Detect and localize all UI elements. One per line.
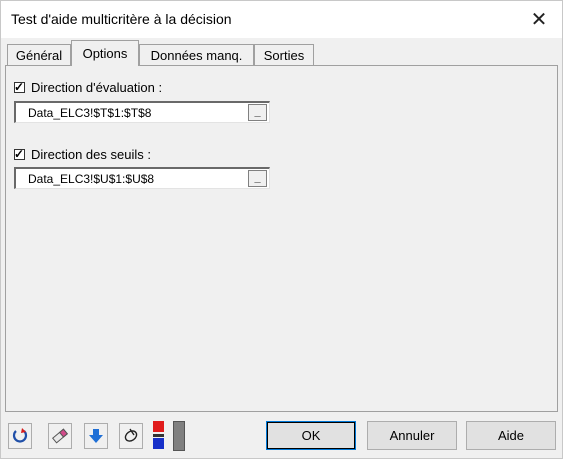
down-arrow-icon bbox=[89, 429, 103, 443]
tag-icon bbox=[124, 428, 138, 442]
threshold-direction-value: Data_ELC3!$U$1:$U$8 bbox=[28, 172, 155, 186]
eval-direction-value: Data_ELC3!$T$1:$T$8 bbox=[28, 106, 152, 120]
collapse-icon: _ bbox=[254, 106, 261, 118]
tab-missing-data[interactable]: Données manq. bbox=[139, 44, 254, 65]
threshold-direction-label: Direction des seuils : bbox=[31, 147, 151, 162]
tab-outputs[interactable]: Sorties bbox=[254, 44, 314, 65]
move-down-button[interactable] bbox=[84, 423, 108, 449]
close-button[interactable]: ✕ bbox=[516, 1, 562, 38]
swatch-divider bbox=[153, 434, 164, 437]
blue-swatch bbox=[153, 438, 164, 449]
tab-label: Options bbox=[82, 46, 128, 61]
color-flags-icon[interactable] bbox=[153, 421, 167, 451]
threshold-direction-field[interactable]: Data_ELC3!$U$1:$U$8 _ bbox=[14, 167, 270, 189]
eraser-icon bbox=[52, 428, 68, 444]
threshold-direction-checkbox[interactable]: ✓ bbox=[14, 147, 25, 161]
dialog-window: Test d'aide multicritère à la décision ✕… bbox=[0, 0, 563, 459]
eraser-button[interactable] bbox=[48, 423, 72, 449]
tab-label: Données manq. bbox=[150, 47, 243, 63]
help-button[interactable]: Aide bbox=[466, 421, 556, 450]
cancel-button[interactable]: Annuler bbox=[367, 421, 457, 450]
title-bar: Test d'aide multicritère à la décision ✕ bbox=[1, 1, 562, 38]
tab-label: Sorties bbox=[263, 47, 305, 63]
checkmark-icon: ✓ bbox=[14, 80, 25, 94]
tab-label: Général bbox=[15, 47, 63, 63]
eval-direction-field[interactable]: Data_ELC3!$T$1:$T$8 _ bbox=[14, 101, 270, 123]
reset-icon bbox=[12, 428, 28, 443]
threshold-direction-row: ✓ Direction des seuils : bbox=[14, 147, 151, 162]
eval-direction-row: ✓ Direction d'évaluation : bbox=[14, 80, 162, 95]
gray-bar bbox=[173, 421, 185, 451]
label-button[interactable] bbox=[119, 423, 143, 449]
threshold-direction-ref-button[interactable]: _ bbox=[248, 170, 267, 187]
options-panel: ✓ Direction d'évaluation : Data_ELC3!$T$… bbox=[5, 65, 558, 412]
window-title: Test d'aide multicritère à la décision bbox=[11, 11, 232, 27]
eval-direction-label: Direction d'évaluation : bbox=[31, 80, 163, 95]
eval-direction-checkbox[interactable]: ✓ bbox=[14, 80, 25, 94]
ok-button[interactable]: OK bbox=[266, 421, 356, 450]
eval-direction-ref-button[interactable]: _ bbox=[248, 104, 267, 121]
bottom-bar: OK Annuler Aide bbox=[1, 412, 562, 458]
close-icon: ✕ bbox=[530, 9, 548, 31]
tab-options[interactable]: Options bbox=[71, 40, 139, 66]
reset-button[interactable] bbox=[8, 423, 32, 449]
tab-general[interactable]: Général bbox=[7, 44, 71, 65]
red-swatch bbox=[153, 421, 164, 432]
collapse-icon: _ bbox=[254, 172, 261, 184]
checkmark-icon: ✓ bbox=[14, 147, 25, 161]
